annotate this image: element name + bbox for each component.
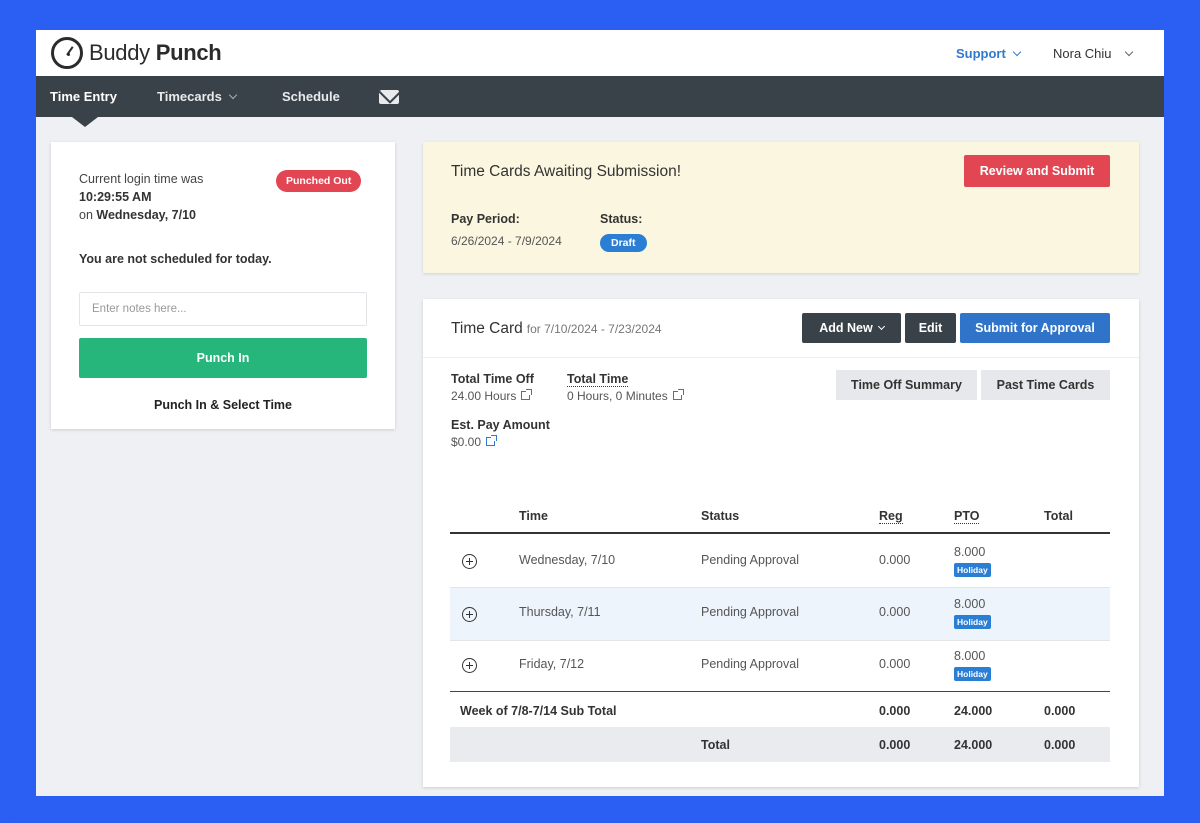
time-card-panel: Time Card for 7/10/2024 - 7/23/2024 Add N… — [423, 299, 1139, 787]
nav-timecards[interactable]: Timecards — [157, 89, 238, 104]
nav-time-entry[interactable]: Time Entry — [50, 89, 117, 104]
holiday-badge: Holiday — [954, 667, 991, 681]
col-pto[interactable]: PTO — [954, 509, 980, 524]
row-reg: 0.000 — [879, 605, 911, 619]
expand-icon[interactable] — [462, 554, 477, 569]
punch-in-select-time-link[interactable]: Punch In & Select Time — [79, 398, 367, 412]
col-reg[interactable]: Reg — [879, 509, 903, 524]
expand-icon[interactable] — [462, 658, 477, 673]
draft-badge: Draft — [600, 234, 647, 252]
chevron-down-icon — [228, 90, 238, 100]
row-status: Pending Approval — [701, 553, 799, 567]
punch-in-button[interactable]: Punch In — [79, 338, 367, 378]
table-row: Friday, 7/12 Pending Approval 0.000 8.00… — [450, 639, 1110, 691]
total-total: 0.000 — [1044, 738, 1076, 752]
subtotal-reg: 0.000 — [879, 704, 911, 718]
table-row: Thursday, 7/11 Pending Approval 0.000 8.… — [450, 588, 1110, 640]
total-time-value[interactable]: 0 Hours, 0 Minutes — [567, 389, 684, 403]
row-pto: 8.000 — [954, 649, 986, 663]
row-pto: 8.000 — [954, 545, 986, 559]
header-rule — [450, 532, 1110, 534]
est-pay-value[interactable]: $0.00 — [451, 435, 498, 449]
col-time: Time — [519, 509, 548, 523]
nav-schedule[interactable]: Schedule — [282, 89, 340, 104]
past-time-cards-button[interactable]: Past Time Cards — [981, 370, 1110, 400]
chevron-down-icon — [1012, 47, 1022, 57]
row-day: Friday, 7/12 — [519, 657, 585, 671]
add-new-button[interactable]: Add New — [802, 313, 901, 343]
active-tab-pointer — [72, 117, 98, 127]
status-badge: Punched Out — [276, 170, 362, 192]
expand-icon[interactable] — [462, 607, 477, 622]
row-reg: 0.000 — [879, 657, 911, 671]
external-link-icon — [486, 435, 498, 446]
total-pto: 24.000 — [954, 738, 993, 752]
subtotal-pto: 24.000 — [954, 704, 993, 718]
row-reg: 0.000 — [879, 553, 911, 567]
app-window: Buddy Punch Support Nora Chiu Time Entry… — [36, 30, 1164, 796]
user-menu[interactable]: Nora Chiu — [1053, 46, 1133, 61]
time-off-summary-button[interactable]: Time Off Summary — [836, 370, 977, 400]
row-status: Pending Approval — [701, 605, 799, 619]
pay-period-value: 6/26/2024 - 7/9/2024 — [451, 234, 562, 248]
divider — [423, 357, 1139, 358]
col-total: Total — [1044, 509, 1073, 523]
submission-alert: Time Cards Awaiting Submission! Review a… — [423, 142, 1139, 273]
login-time: 10:29:55 AM — [79, 190, 152, 204]
pay-period-label: Pay Period: — [451, 212, 520, 226]
logo[interactable]: Buddy Punch — [51, 37, 222, 69]
login-label: Current login time was — [79, 172, 204, 186]
login-day: on Wednesday, 7/10 — [79, 208, 196, 222]
status-label: Status: — [600, 212, 643, 226]
col-status: Status — [701, 509, 740, 523]
est-pay-label: Est. Pay Amount — [451, 418, 550, 432]
total-label: Total — [701, 738, 730, 752]
logo-text: Buddy Punch — [89, 40, 222, 65]
subtotal-rule — [450, 691, 1110, 692]
notes-input[interactable]: Enter notes here... — [79, 292, 367, 326]
total-time-off-value[interactable]: 24.00 Hours — [451, 389, 533, 403]
outer-frame: Buddy Punch Support Nora Chiu Time Entry… — [0, 0, 1200, 823]
row-pto: 8.000 — [954, 597, 986, 611]
table-row: Wednesday, 7/10 Pending Approval 0.000 8… — [450, 535, 1110, 587]
holiday-badge: Holiday — [954, 563, 991, 577]
total-time-off-label: Total Time Off — [451, 372, 534, 386]
chevron-down-icon — [877, 322, 885, 331]
total-time-label: Total Time — [567, 372, 629, 387]
clock-logo-icon — [51, 37, 83, 69]
main-nav: Time Entry Timecards Schedule — [36, 76, 1164, 117]
subtotal-label: Week of 7/8-7/14 Sub Total — [460, 704, 617, 718]
row-status: Pending Approval — [701, 657, 799, 671]
edit-button[interactable]: Edit — [905, 313, 956, 343]
top-bar: Buddy Punch Support Nora Chiu — [36, 30, 1164, 76]
mail-icon[interactable] — [379, 90, 399, 104]
total-row: Total 0.000 24.000 0.000 — [450, 727, 1110, 762]
review-submit-button[interactable]: Review and Submit — [964, 155, 1110, 187]
subtotal-total: 0.000 — [1044, 704, 1076, 718]
external-link-icon — [521, 389, 533, 400]
submit-approval-button[interactable]: Submit for Approval — [960, 313, 1110, 343]
total-reg: 0.000 — [879, 738, 911, 752]
schedule-message: You are not scheduled for today. — [79, 252, 272, 266]
support-menu[interactable]: Support — [956, 46, 1022, 61]
row-day: Thursday, 7/11 — [519, 605, 601, 619]
chevron-down-icon — [1124, 47, 1133, 57]
punch-panel: Current login time was 10:29:55 AM on We… — [51, 142, 395, 429]
alert-title: Time Cards Awaiting Submission! — [451, 163, 682, 180]
row-day: Wednesday, 7/10 — [519, 553, 616, 567]
time-card-title: Time Card for 7/10/2024 - 7/23/2024 — [451, 320, 662, 337]
external-link-icon — [672, 389, 684, 400]
holiday-badge: Holiday — [954, 615, 991, 629]
